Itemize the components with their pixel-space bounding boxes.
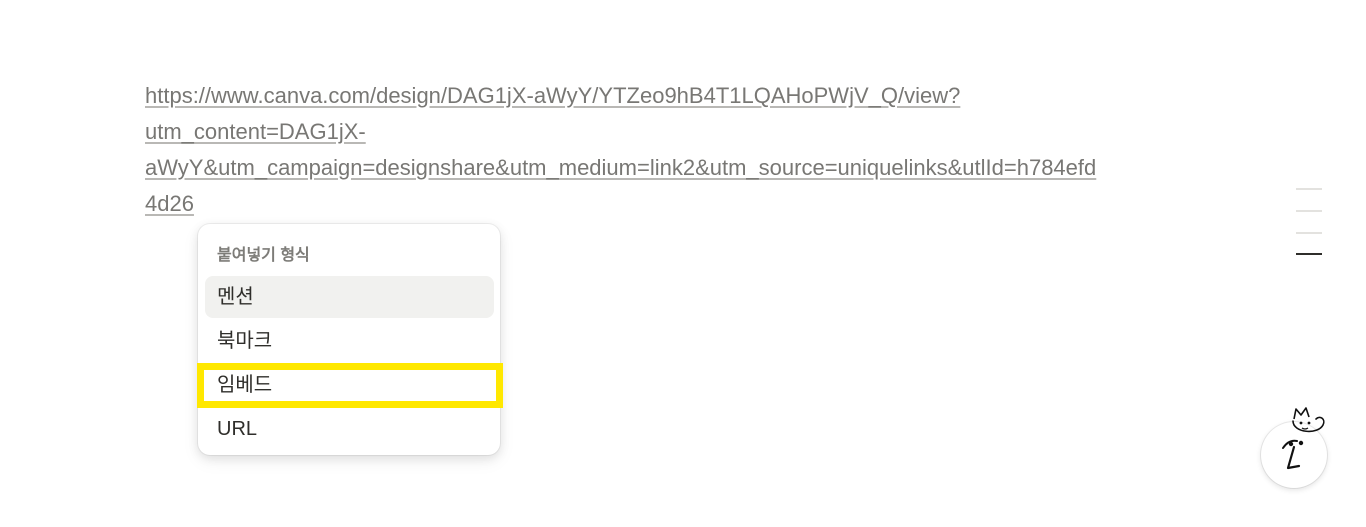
page: https://www.canva.com/design/DAG1jX-aWyY… (0, 0, 1366, 527)
toc-entry-3[interactable] (1296, 232, 1322, 234)
toc-entry-4[interactable] (1296, 253, 1322, 255)
toc-entry-1[interactable] (1296, 188, 1322, 190)
url-line-1[interactable]: https://www.canva.com/design/DAG1jX-aWyY… (145, 78, 1205, 114)
url-line-2[interactable]: utm_content=DAG1jX- (145, 114, 1205, 150)
cat-hat-icon (1292, 407, 1325, 433)
pasted-url-link[interactable]: https://www.canva.com/design/DAG1jX-aWyY… (145, 78, 1205, 222)
url-line-3[interactable]: aWyY&utm_campaign=designshare&utm_medium… (145, 150, 1205, 186)
menu-item-mention[interactable]: 멘션 (205, 276, 494, 318)
paste-format-menu: 붙여넣기 형식 멘션 북마크 임베드 URL (198, 224, 500, 455)
menu-heading: 붙여넣기 형식 (217, 247, 310, 264)
url-line-4[interactable]: 4d26 (145, 186, 1205, 222)
menu-item-embed[interactable]: 임베드 (205, 364, 494, 406)
menu-item-bookmark[interactable]: 북마크 (205, 320, 494, 362)
toc-entry-2[interactable] (1296, 210, 1322, 212)
menu-item-url[interactable]: URL (205, 408, 494, 450)
